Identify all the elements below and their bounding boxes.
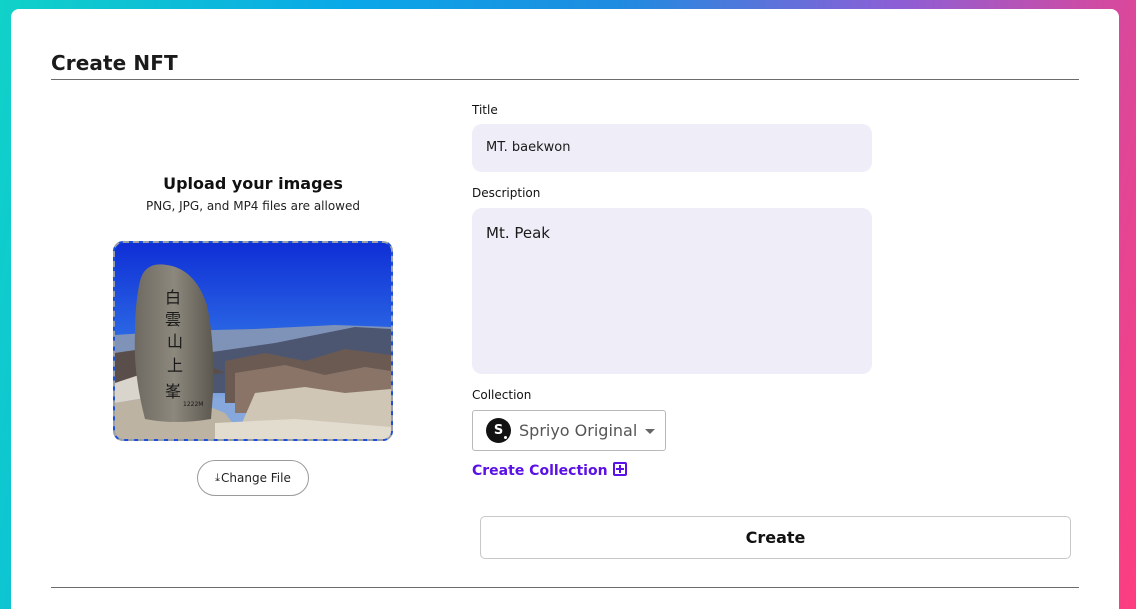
collection-avatar: S <box>486 418 511 443</box>
plus-square-icon <box>612 462 627 476</box>
image-dropzone[interactable]: 白 雲 山 上 峯 1222M <box>113 241 393 441</box>
svg-text:山: 山 <box>167 332 183 351</box>
svg-text:上: 上 <box>167 356 183 375</box>
create-nft-card: Create NFT Upload your images PNG, JPG, … <box>11 9 1119 609</box>
uploaded-image-preview: 白 雲 山 上 峯 1222M <box>115 243 391 439</box>
upload-subtext: PNG, JPG, and MP4 files are allowed <box>145 199 360 213</box>
svg-text:峯: 峯 <box>165 382 181 401</box>
change-file-label: Change File <box>221 471 291 485</box>
change-file-button[interactable]: ⤓ Change File <box>197 460 309 496</box>
svg-text:雲: 雲 <box>165 310 181 329</box>
create-collection-link[interactable]: Create Collection <box>472 462 627 479</box>
collection-selected-value: Spriyo Original <box>519 421 638 440</box>
create-collection-label: Create Collection <box>472 463 608 479</box>
description-label: Description <box>472 186 541 200</box>
upload-icon: ⤓ <box>215 471 221 484</box>
bottom-divider <box>51 587 1079 588</box>
page-title: Create NFT <box>51 51 178 75</box>
description-textarea[interactable]: Mt. Peak <box>472 208 872 374</box>
svg-text:1222M: 1222M <box>183 401 203 408</box>
svg-text:白: 白 <box>165 288 181 307</box>
title-label: Title <box>472 103 498 117</box>
upload-heading: Upload your images <box>163 174 343 193</box>
chevron-down-icon <box>645 429 656 434</box>
collection-select[interactable]: S Spriyo Original <box>472 410 666 451</box>
title-input[interactable]: MT. baekwon <box>472 124 872 172</box>
title-divider <box>51 79 1079 80</box>
create-button[interactable]: Create <box>480 516 1071 559</box>
collection-label: Collection <box>472 388 532 402</box>
